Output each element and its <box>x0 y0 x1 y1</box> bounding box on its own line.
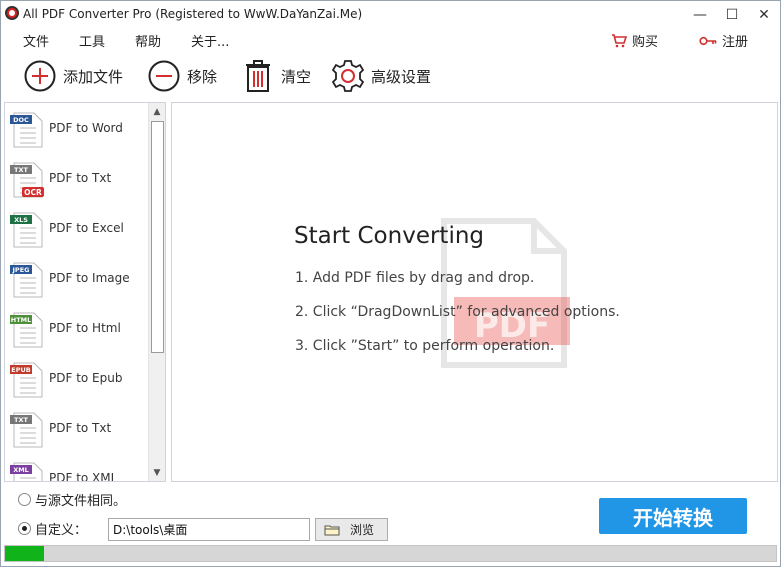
custom-path-label: 自定义： <box>35 523 88 538</box>
output-same-as-source-option[interactable]: 与源文件相同。 <box>18 490 126 509</box>
ocr-badge: OCR <box>24 188 42 197</box>
conversion-type-label: PDF to Epub <box>49 371 123 385</box>
conversion-type-label: PDF to Excel <box>49 221 124 235</box>
conversion-type-item[interactable]: HTML PDF to Html <box>5 303 147 353</box>
conversion-type-item[interactable]: DOC PDF to Word <box>5 103 147 153</box>
conversion-type-items: DOC PDF to Word TXT OCR PDF to Txt XLS PDF to … <box>5 103 147 482</box>
scroll-up-arrow-icon[interactable]: ▲ <box>149 103 165 120</box>
file-type-icon: XML <box>10 462 43 481</box>
minimize-button[interactable]: — <box>683 3 717 27</box>
gear-icon <box>331 59 365 93</box>
file-type-badge: DOC <box>13 116 29 124</box>
browse-label: 浏览 <box>350 523 375 537</box>
app-window: All PDF Converter Pro (Registered to WwW… <box>0 0 781 567</box>
app-logo-icon <box>5 6 19 20</box>
plus-circle-icon <box>23 59 57 93</box>
file-type-badge: JPEG <box>12 266 30 274</box>
progress-fill <box>5 546 44 561</box>
output-path-input[interactable] <box>108 518 310 541</box>
buy-link[interactable]: 购买 <box>611 31 658 50</box>
conversion-type-item[interactable]: EPUB PDF to Epub <box>5 353 147 403</box>
file-type-icon: EPUB <box>10 362 43 398</box>
toolbar: 添加文件 移除 清空 高级设置 <box>1 53 780 99</box>
conversion-type-label: PDF to Txt <box>49 421 112 435</box>
clear-button[interactable]: 清空 <box>241 57 311 95</box>
conversion-type-item[interactable]: XLS PDF to Excel <box>5 203 147 253</box>
scroll-down-arrow-icon[interactable]: ▼ <box>149 464 165 481</box>
output-custom-option[interactable]: 自定义： <box>18 519 87 538</box>
file-type-badge: TXT <box>14 416 28 424</box>
file-type-icon: TXT <box>10 412 43 448</box>
file-type-badge: TXT <box>14 166 28 174</box>
conversion-type-item[interactable]: TXT PDF to Txt <box>5 403 147 453</box>
menu-about[interactable]: 关于... <box>191 31 229 50</box>
key-icon <box>699 36 717 45</box>
file-type-badge: HTML <box>11 316 31 324</box>
conversion-progress-bar <box>4 545 777 562</box>
file-type-icon: JPEG <box>10 262 43 298</box>
file-type-badge: XLS <box>14 216 28 224</box>
instruction-step-3: 3. Click ”Start” to perform operation. <box>295 338 555 354</box>
add-files-label: 添加文件 <box>63 67 124 86</box>
menu-bar: 文件 工具 帮助 关于... 购买 注册 <box>1 29 780 51</box>
maximize-button[interactable]: ☐ <box>715 3 749 27</box>
advanced-settings-label: 高级设置 <box>371 67 432 86</box>
conversion-type-label: PDF to Image <box>49 271 130 285</box>
conversion-type-label: PDF to Word <box>49 121 123 135</box>
close-button[interactable]: ✕ <box>747 3 781 27</box>
file-type-icon: DOC <box>10 112 43 148</box>
same-as-source-radio[interactable] <box>18 493 31 506</box>
menu-tools[interactable]: 工具 <box>79 31 105 50</box>
title-bar: All PDF Converter Pro (Registered to WwW… <box>1 1 780 29</box>
menu-file[interactable]: 文件 <box>23 31 49 50</box>
conversion-type-list: DOC PDF to Word TXT OCR PDF to Txt XLS PDF to … <box>4 102 166 482</box>
folder-icon <box>324 525 340 535</box>
remove-button[interactable]: 移除 <box>147 57 217 95</box>
remove-label: 移除 <box>187 67 218 86</box>
advanced-settings-button[interactable]: 高级设置 <box>331 57 431 95</box>
conversion-type-item[interactable]: XML PDF to XML <box>5 453 147 482</box>
file-type-icon: HTML <box>10 312 43 348</box>
file-type-badge: EPUB <box>11 366 30 374</box>
file-type-badge: XML <box>13 466 29 474</box>
clear-label: 清空 <box>281 67 312 86</box>
instruction-step-2: 2. Click “DragDownList” for advanced opt… <box>295 304 620 320</box>
sidebar-scrollbar[interactable]: ▲ ▼ <box>148 103 165 481</box>
conversion-type-label: PDF to Txt <box>49 171 112 185</box>
cart-icon <box>612 33 627 47</box>
trash-icon <box>241 59 275 93</box>
instruction-step-1: 1. Add PDF files by drag and drop. <box>295 270 535 286</box>
conversion-type-item[interactable]: TXT OCR PDF to Txt <box>5 153 147 203</box>
window-title: All PDF Converter Pro (Registered to WwW… <box>23 7 363 21</box>
drop-area[interactable]: PDF Start Converting 1. Add PDF files by… <box>171 102 778 482</box>
same-as-source-label: 与源文件相同。 <box>35 494 127 509</box>
scroll-thumb[interactable] <box>151 121 164 353</box>
conversion-type-label: PDF to XML <box>49 471 118 482</box>
file-type-icon: XLS <box>10 212 43 248</box>
browse-button[interactable]: 浏览 <box>315 518 388 541</box>
register-link[interactable]: 注册 <box>699 31 748 50</box>
start-convert-button[interactable]: 开始转换 <box>599 498 747 534</box>
file-type-icon: TXT OCR <box>10 162 44 198</box>
menu-help[interactable]: 帮助 <box>135 31 161 50</box>
buy-label: 购买 <box>632 35 659 50</box>
add-files-button[interactable]: 添加文件 <box>23 57 123 95</box>
conversion-type-label: PDF to Html <box>49 321 121 335</box>
minus-circle-icon <box>147 59 181 93</box>
start-converting-title: Start Converting <box>294 223 485 249</box>
custom-path-radio[interactable] <box>18 522 31 535</box>
register-label: 注册 <box>722 35 749 50</box>
conversion-type-item[interactable]: JPEG PDF to Image <box>5 253 147 303</box>
